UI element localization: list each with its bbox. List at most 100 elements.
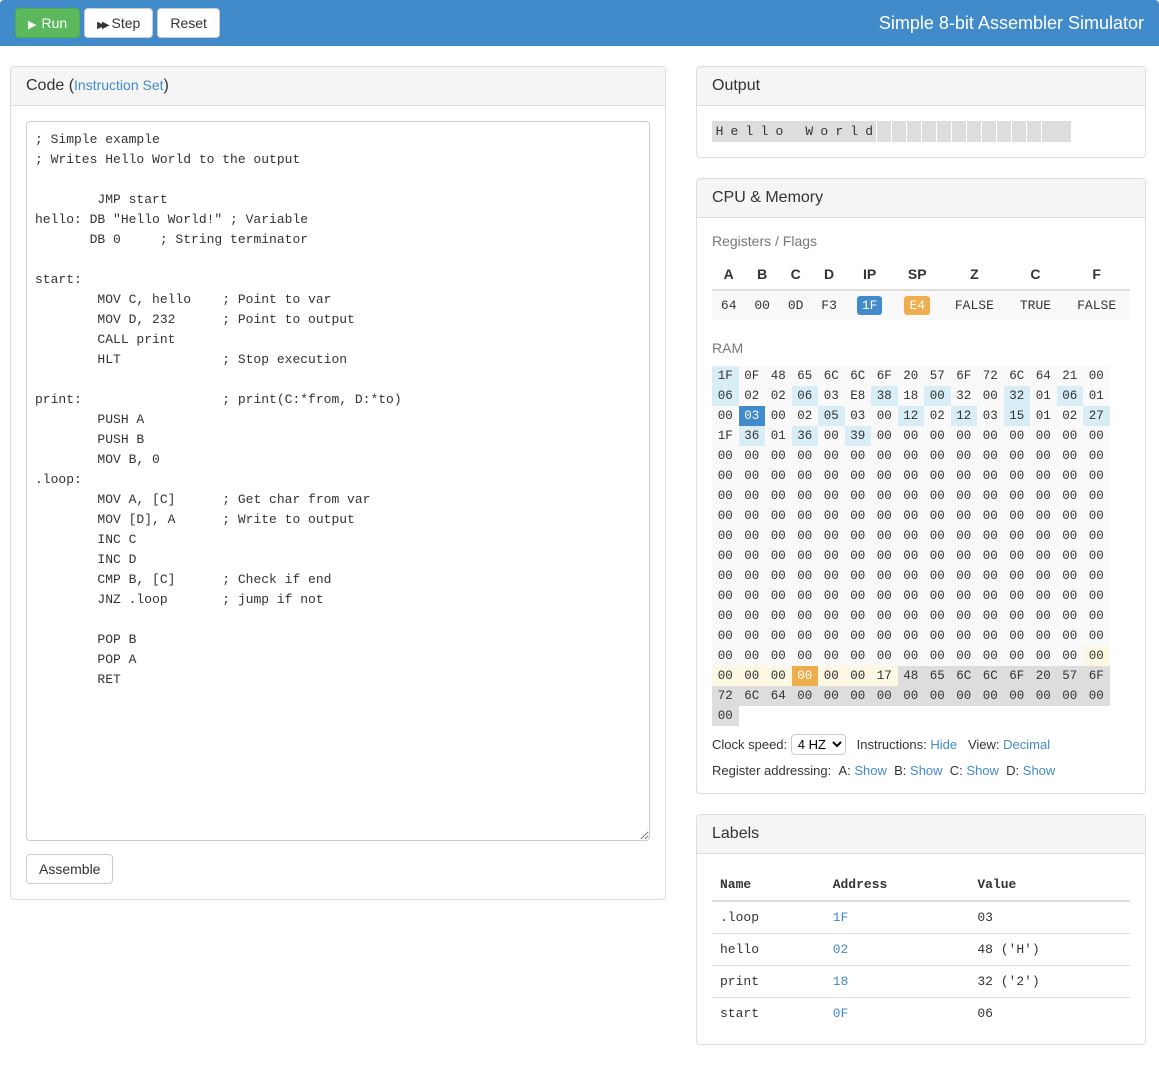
ram-cell[interactable]: 00 [712, 706, 739, 726]
ram-cell[interactable]: 00 [1057, 466, 1084, 486]
view-toggle-link[interactable]: Decimal [1003, 737, 1050, 752]
ram-cell[interactable]: 00 [898, 446, 925, 466]
ram-cell[interactable]: 00 [924, 506, 951, 526]
ram-cell[interactable]: 00 [1030, 606, 1057, 626]
ram-cell[interactable]: 6C [845, 366, 872, 386]
ram-cell[interactable]: 0F [739, 366, 766, 386]
ram-cell[interactable]: 00 [1057, 686, 1084, 706]
ram-cell[interactable]: 00 [818, 546, 845, 566]
ram-cell[interactable]: 00 [924, 386, 951, 406]
ram-cell[interactable]: 00 [792, 606, 819, 626]
ram-cell[interactable]: 00 [1004, 566, 1031, 586]
ram-cell[interactable]: 00 [1030, 586, 1057, 606]
ram-cell[interactable]: 1F [712, 366, 739, 386]
ram-cell[interactable]: 15 [1004, 406, 1031, 426]
ram-cell[interactable]: 72 [712, 686, 739, 706]
ram-cell[interactable]: 00 [712, 606, 739, 626]
ram-cell[interactable]: 57 [924, 366, 951, 386]
ram-cell[interactable]: 00 [1030, 466, 1057, 486]
ram-cell[interactable]: 00 [871, 606, 898, 626]
ram-cell[interactable]: 64 [1030, 366, 1057, 386]
ram-cell[interactable]: 00 [1083, 426, 1110, 446]
ram-cell[interactable]: 00 [977, 606, 1004, 626]
ram-cell[interactable]: 00 [739, 446, 766, 466]
ram-cell[interactable]: 00 [1057, 446, 1084, 466]
ram-cell[interactable]: 00 [898, 426, 925, 446]
ram-cell[interactable]: 12 [951, 406, 978, 426]
ram-cell[interactable]: 00 [845, 606, 872, 626]
ram-cell[interactable]: 00 [792, 546, 819, 566]
ram-cell[interactable]: 00 [818, 426, 845, 446]
ram-cell[interactable]: 00 [1030, 526, 1057, 546]
ram-cell[interactable]: 02 [792, 406, 819, 426]
ram-cell[interactable]: 00 [1030, 686, 1057, 706]
ram-cell[interactable]: 00 [765, 666, 792, 686]
ram-cell[interactable]: 00 [924, 626, 951, 646]
ram-cell[interactable]: 00 [792, 566, 819, 586]
ram-cell[interactable]: 00 [818, 466, 845, 486]
ram-cell[interactable]: 00 [765, 526, 792, 546]
ram-cell[interactable]: 00 [1030, 486, 1057, 506]
ram-cell[interactable]: 00 [1083, 526, 1110, 546]
ram-cell[interactable]: 00 [1004, 486, 1031, 506]
ram-cell[interactable]: 00 [871, 486, 898, 506]
ram-cell[interactable]: 00 [898, 546, 925, 566]
ram-cell[interactable]: 00 [1030, 446, 1057, 466]
ram-cell[interactable]: 00 [765, 606, 792, 626]
ram-cell[interactable]: 00 [898, 686, 925, 706]
ram-cell[interactable]: 00 [951, 426, 978, 446]
ram-cell[interactable]: 00 [818, 446, 845, 466]
ram-cell[interactable]: 00 [739, 506, 766, 526]
ram-cell[interactable]: 00 [898, 526, 925, 546]
ram-cell[interactable]: 00 [712, 646, 739, 666]
ram-cell[interactable]: 00 [898, 466, 925, 486]
ram-cell[interactable]: 00 [951, 506, 978, 526]
ram-cell[interactable]: 00 [792, 626, 819, 646]
ram-cell[interactable]: 00 [977, 626, 1004, 646]
ram-cell[interactable]: 00 [792, 526, 819, 546]
ram-cell[interactable]: 00 [712, 626, 739, 646]
ram-cell[interactable]: 72 [977, 366, 1004, 386]
ram-cell[interactable]: 00 [871, 686, 898, 706]
ram-cell[interactable]: 00 [765, 486, 792, 506]
ram-cell[interactable]: 00 [924, 646, 951, 666]
ram-cell[interactable]: 00 [924, 426, 951, 446]
ram-cell[interactable]: 00 [1057, 506, 1084, 526]
assemble-button[interactable]: Assemble [26, 854, 113, 884]
ram-cell[interactable]: 02 [924, 406, 951, 426]
ram-cell[interactable]: 00 [1083, 686, 1110, 706]
ram-cell[interactable]: 00 [951, 486, 978, 506]
ram-cell[interactable]: 00 [712, 466, 739, 486]
ram-cell[interactable]: 00 [765, 406, 792, 426]
ram-cell[interactable]: 00 [739, 586, 766, 606]
ram-cell[interactable]: 00 [951, 646, 978, 666]
ram-cell[interactable]: 18 [898, 386, 925, 406]
ram-cell[interactable]: 00 [1004, 446, 1031, 466]
ram-cell[interactable]: 00 [792, 486, 819, 506]
ram-cell[interactable]: 00 [712, 526, 739, 546]
ram-cell[interactable]: 00 [845, 446, 872, 466]
ram-cell[interactable]: 00 [792, 666, 819, 686]
ram-cell[interactable]: 00 [712, 446, 739, 466]
ram-cell[interactable]: 36 [739, 426, 766, 446]
ram-cell[interactable]: 00 [792, 506, 819, 526]
ram-cell[interactable]: 00 [1004, 646, 1031, 666]
ram-cell[interactable]: 00 [951, 686, 978, 706]
ram-cell[interactable]: 00 [765, 566, 792, 586]
ram-cell[interactable]: 00 [924, 606, 951, 626]
ram-cell[interactable]: 03 [977, 406, 1004, 426]
ram-cell[interactable]: 00 [1083, 486, 1110, 506]
ram-cell[interactable]: 00 [1057, 426, 1084, 446]
ram-cell[interactable]: 00 [712, 566, 739, 586]
ram-cell[interactable]: 00 [898, 486, 925, 506]
ram-cell[interactable]: 00 [792, 686, 819, 706]
ram-cell[interactable]: 03 [818, 386, 845, 406]
ram-cell[interactable]: 00 [712, 486, 739, 506]
ram-cell[interactable]: 00 [1083, 546, 1110, 566]
ram-cell[interactable]: 00 [1030, 426, 1057, 446]
ram-cell[interactable]: 00 [712, 586, 739, 606]
ram-cell[interactable]: 00 [845, 586, 872, 606]
ram-cell[interactable]: 00 [871, 566, 898, 586]
ram-cell[interactable]: 6F [951, 366, 978, 386]
ram-cell[interactable]: 00 [1057, 606, 1084, 626]
